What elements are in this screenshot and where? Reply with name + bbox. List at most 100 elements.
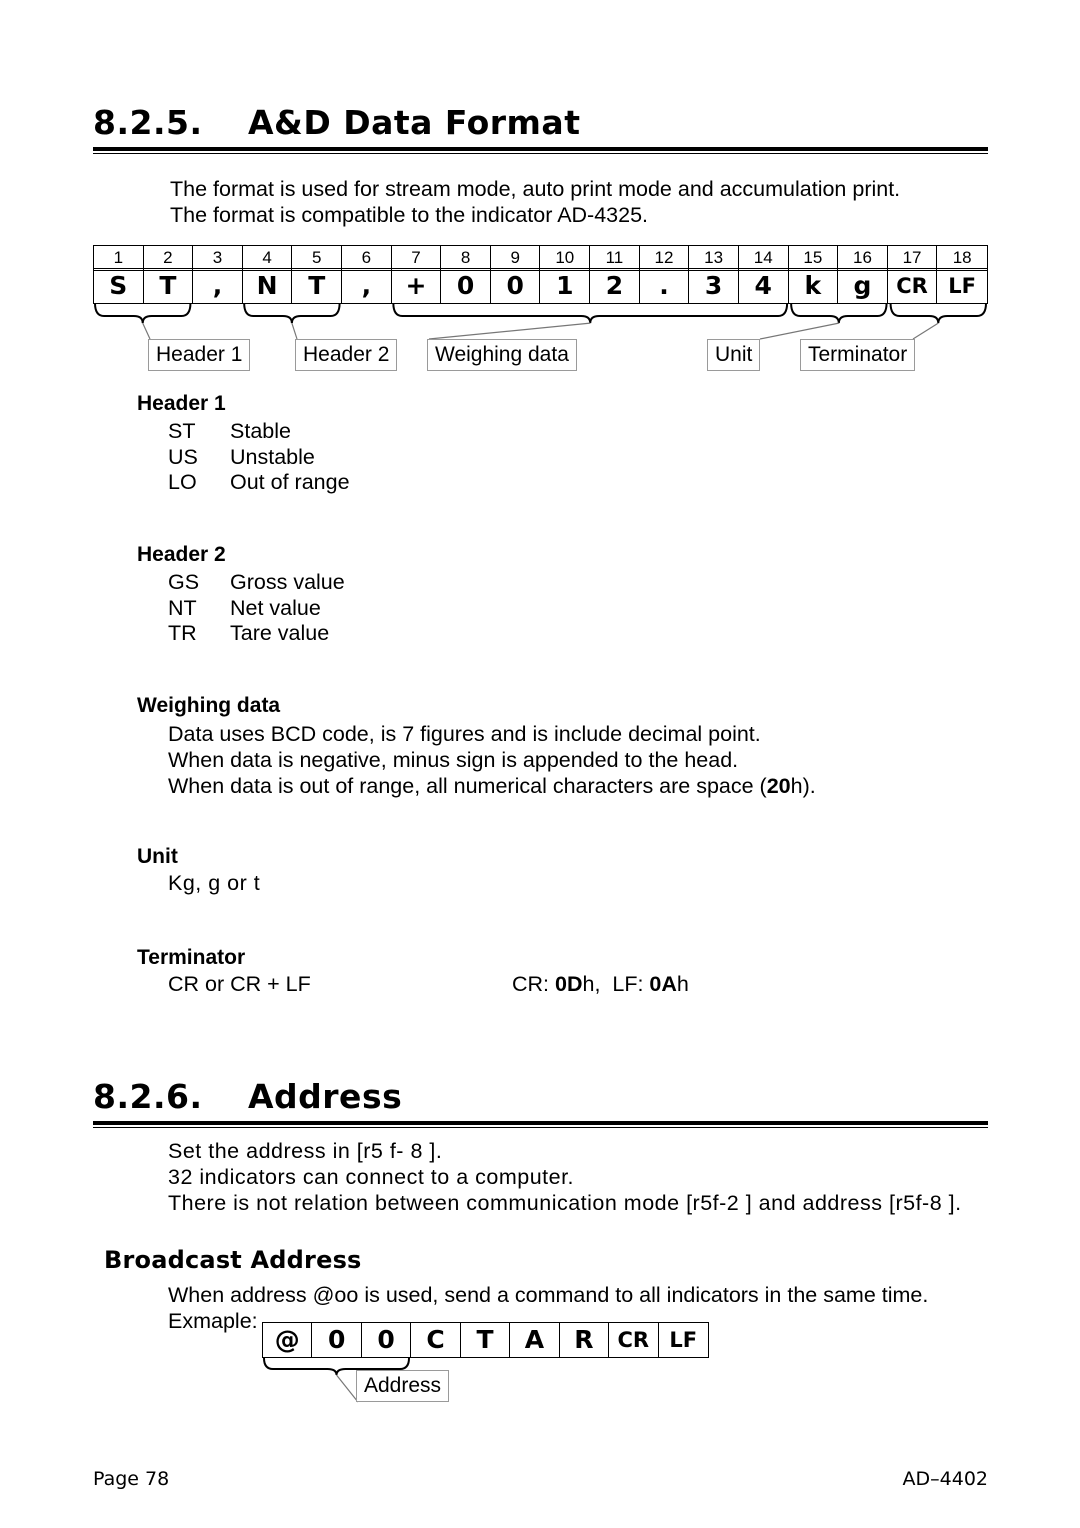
footer-page-number: Page 78	[93, 1468, 170, 1490]
definition-code: TR	[168, 621, 197, 645]
format-value-cell: S	[94, 269, 144, 303]
format-index-cell: 4	[243, 246, 293, 270]
format-index-cell: 14	[739, 246, 789, 270]
format-index-cell: 8	[441, 246, 491, 270]
definition-list-header-1: ST Stable US Unstable LO Out of range	[168, 419, 350, 496]
format-index-cell: 6	[342, 246, 392, 270]
definition-row: GS Gross value	[168, 570, 345, 596]
format-value-cell: CR	[888, 269, 938, 303]
format-value-cell: g	[838, 269, 888, 303]
weighing-data-line-3: When data is out of range, all numerical…	[168, 774, 816, 798]
callout-address: Address	[356, 1370, 450, 1402]
definition-code: GS	[168, 570, 200, 594]
definition-title-header-1: Header 1	[137, 392, 226, 415]
format-value-cell: 0	[441, 269, 491, 303]
definition-meaning: Tare value	[230, 621, 330, 645]
format-index-cell: 17	[888, 246, 938, 270]
broadcast-example-cell: C	[411, 1323, 461, 1357]
format-value-cell: 3	[689, 269, 739, 303]
intro-paragraph-825: The format is used for stream mode, auto…	[170, 176, 900, 228]
definition-title-terminator: Terminator	[137, 946, 246, 969]
format-index-cell: 3	[193, 246, 243, 270]
definition-title-header-2: Header 2	[137, 543, 226, 566]
definition-title-unit: Unit	[137, 845, 178, 868]
definition-meaning: Net value	[230, 595, 321, 620]
intro-paragraph-826: Set the address in [r5 f- 8 ]. 32 indica…	[168, 1138, 962, 1216]
format-table-value-row: S T, N T, +0 0 1 2. 3 4 k g CR LF	[93, 268, 988, 304]
weighing-data-line: When data is negative, minus sign is app…	[168, 748, 739, 772]
intro-line: Set the address in [r5 f- 8 ].	[168, 1139, 443, 1163]
format-value-cell: T	[292, 269, 343, 303]
broadcast-example-cell: 0	[312, 1323, 362, 1357]
broadcast-example-cell: CR	[609, 1323, 659, 1357]
definition-meaning: Unstable	[230, 444, 315, 469]
callout-header-2: Header 2	[295, 339, 398, 371]
callout-unit: Unit	[707, 339, 761, 371]
hex-value-20: 20	[766, 774, 791, 798]
format-index-cell: 2	[144, 246, 194, 270]
format-index-cell: 7	[392, 246, 442, 270]
callout-header-1: Header 1	[148, 339, 251, 371]
format-value-cell: LF	[948, 274, 977, 298]
section-heading-826: 8.2.6. Address	[93, 1077, 988, 1128]
format-index-cell: 9	[491, 246, 541, 270]
broadcast-line: When address @oo is used, send a command…	[168, 1283, 929, 1307]
broadcast-example-cell: R	[560, 1323, 610, 1357]
format-index-cell: 1	[94, 246, 144, 270]
broadcast-example-cell: 0	[362, 1323, 412, 1357]
definition-code: NT	[168, 595, 197, 620]
format-value-cell: N	[243, 269, 293, 303]
definition-meaning: Stable	[230, 419, 291, 443]
definition-code: US	[168, 444, 198, 469]
definition-row: TR Tare value	[168, 621, 345, 647]
broadcast-example-cell: T	[461, 1323, 511, 1357]
section-heading-825: 8.2.5. A&D Data Format	[93, 103, 988, 154]
definition-row: US Unstable	[168, 445, 350, 471]
definition-list-header-2: GS Gross value NT Net value TR Tare valu…	[168, 570, 345, 647]
format-value-cell: 4	[739, 269, 789, 303]
format-index-cell: 11	[590, 246, 640, 270]
definition-row: ST Stable	[168, 419, 350, 445]
intro-line: The format is compatible to the indicato…	[170, 203, 649, 227]
heading-rule-thin	[93, 1127, 988, 1128]
format-index-cell: 13	[689, 246, 739, 270]
format-index-cell: 15	[789, 246, 839, 270]
broadcast-address-heading: Broadcast Address	[104, 1246, 362, 1274]
callout-weighing-data: Weighing data	[427, 339, 577, 371]
broadcast-example-cell: A	[510, 1323, 560, 1357]
format-value-cell: k	[789, 269, 839, 303]
format-index-cell: 18	[952, 248, 972, 267]
format-value-cell: .	[640, 269, 690, 303]
broadcast-example-table: @0 0 C T A R CR LF	[262, 1322, 709, 1358]
weighing-data-line: Data uses BCD code, is 7 figures and is …	[168, 722, 761, 746]
section-title: A&D Data Format	[248, 103, 581, 142]
format-value-cell: 0	[491, 269, 541, 303]
definition-meaning: Out of range	[230, 470, 350, 494]
format-index-cell: 10	[540, 246, 591, 270]
intro-line: The format is used for stream mode, auto…	[170, 177, 901, 201]
unit-value: Kg, g or t	[168, 871, 261, 895]
hex-value-0a: 0A	[649, 972, 677, 996]
format-value-cell: ,	[342, 269, 392, 303]
format-value-cell: 2	[590, 269, 640, 303]
section-number: 8.2.5.	[93, 103, 203, 142]
section-title: Address	[248, 1077, 403, 1116]
definition-row: NT Net value	[168, 596, 345, 622]
terminator-left: CR or CR + LF	[168, 972, 311, 996]
format-index-cell: 5	[292, 246, 343, 270]
hex-value-0d: 0D	[555, 972, 583, 996]
format-index-cell: 16	[838, 246, 888, 270]
document-page: 8.2.5. A&D Data Format The format is use…	[0, 0, 1080, 1528]
format-value-cell: ,	[193, 269, 243, 303]
definition-title-weighing-data: Weighing data	[137, 694, 281, 717]
format-value-cell: 1	[540, 269, 591, 303]
page-footer: Page 78 AD–4402	[93, 1468, 988, 1490]
intro-line: There is not relation between communicat…	[168, 1191, 962, 1215]
section-number: 8.2.6.	[93, 1077, 203, 1116]
heading-rule-thick	[93, 1121, 988, 1125]
format-value-cell: +	[392, 269, 442, 303]
heading-rule-thick	[93, 147, 988, 151]
format-value-cell: T	[144, 269, 194, 303]
terminator-right: CR: 0Dh, LF: 0Ah	[512, 972, 689, 996]
heading-rule-thin	[93, 153, 988, 154]
